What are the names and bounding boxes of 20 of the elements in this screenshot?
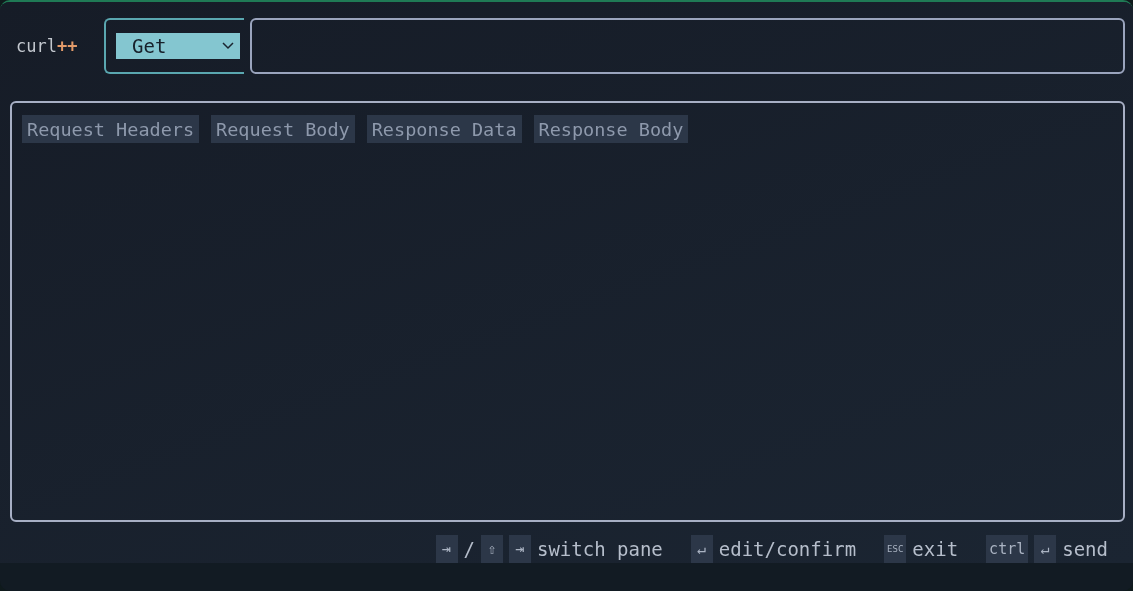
hint-label: edit/confirm [718, 538, 857, 560]
key-hint: ⇥ [435, 535, 458, 563]
method-select[interactable]: Get [104, 18, 244, 74]
tab[interactable]: Request Body [211, 115, 355, 143]
key-hint: ↵ [1034, 535, 1057, 563]
hint-label: exit [912, 538, 959, 560]
chevron-down-icon [222, 42, 234, 50]
key-hint: ⇧ [480, 535, 503, 563]
separator-text: / [463, 538, 475, 560]
hint-label: send [1062, 538, 1108, 560]
hint-label: switch pane [536, 538, 663, 560]
key-hint: ↵ [690, 535, 713, 563]
tab[interactable]: Response Body [533, 115, 689, 143]
tab[interactable]: Response Data [366, 115, 522, 143]
app-logo: curl++ [15, 36, 79, 56]
key-hint: ctrl [986, 535, 1029, 563]
key-hint: ⇥ [508, 535, 531, 563]
key-hint: ESC [884, 535, 907, 563]
tab[interactable]: Request Headers [22, 115, 200, 143]
url-field[interactable] [250, 18, 1125, 74]
